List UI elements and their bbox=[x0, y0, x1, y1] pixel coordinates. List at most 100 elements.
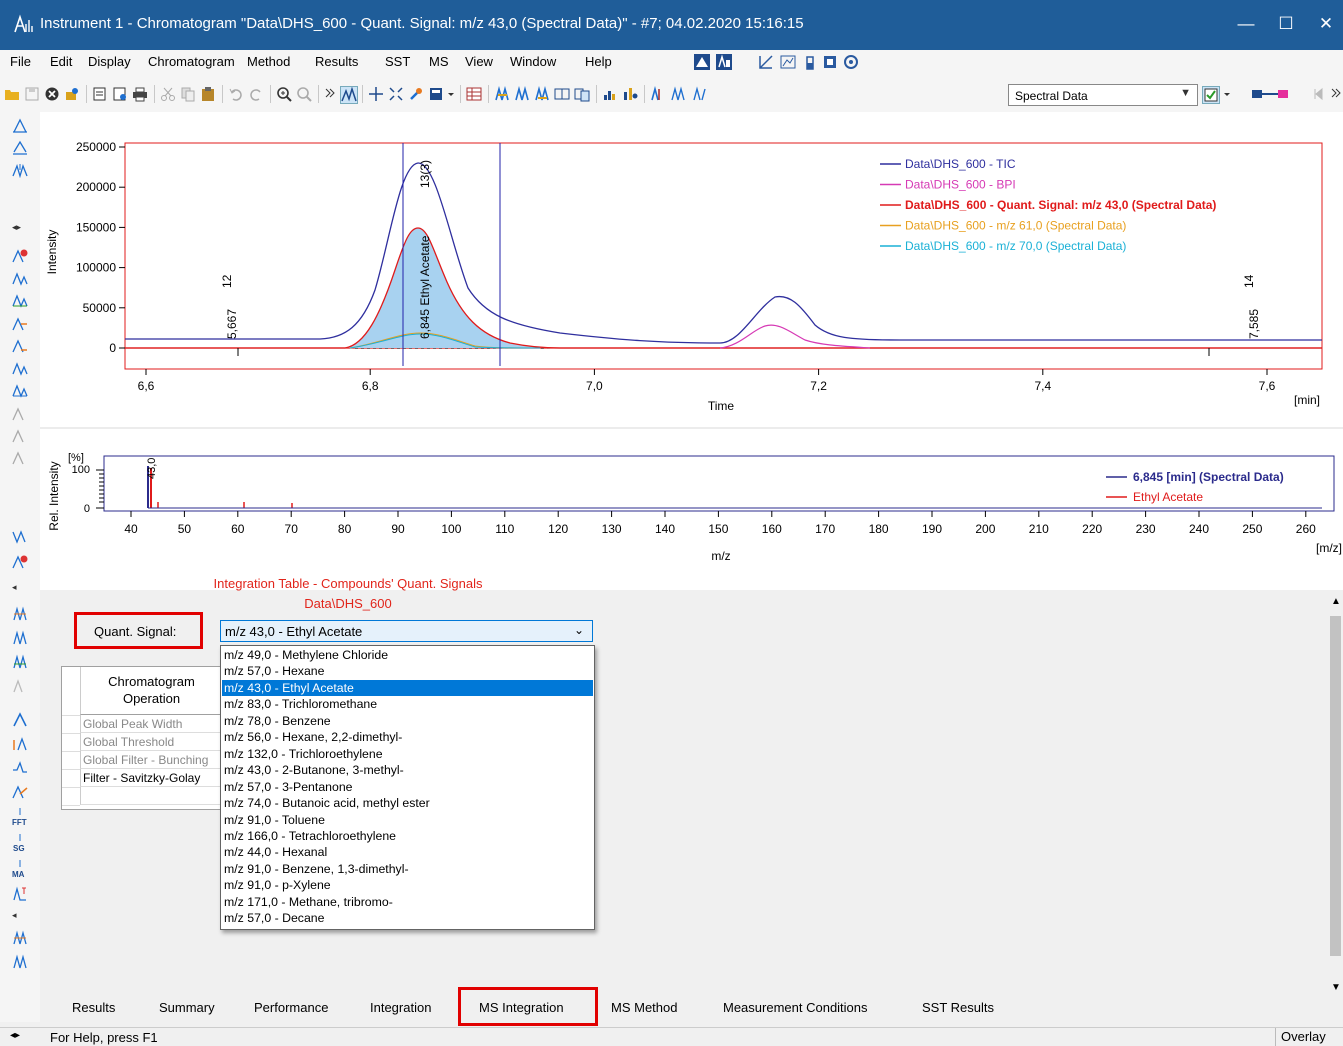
integration-tool-icon-5[interactable] bbox=[12, 712, 28, 728]
save-icon[interactable] bbox=[24, 86, 40, 102]
peak-split-icon[interactable] bbox=[514, 86, 530, 102]
vial-icon[interactable] bbox=[802, 54, 818, 70]
peak-tool-icon-13[interactable] bbox=[12, 528, 28, 544]
table-icon[interactable] bbox=[466, 86, 482, 102]
dropdown-option[interactable]: m/z 43,0 - 2-Butanone, 3-methyl- bbox=[222, 762, 593, 778]
table-row[interactable]: Global Threshold bbox=[80, 733, 222, 751]
vertical-scrollbar[interactable]: ▲ ▼ bbox=[1328, 590, 1343, 995]
mountain-icon[interactable] bbox=[694, 54, 710, 70]
menu-ms[interactable]: MS bbox=[429, 54, 449, 69]
print-preview-icon[interactable] bbox=[92, 86, 108, 102]
collapse-arrows-icon[interactable]: ◂▸ bbox=[12, 222, 21, 233]
scroll-thumb[interactable] bbox=[1330, 616, 1341, 956]
table-check-icon[interactable] bbox=[1202, 86, 1220, 104]
zoom-in-icon[interactable] bbox=[276, 86, 292, 102]
sg-filter-icon[interactable]: SG bbox=[12, 834, 28, 852]
dropdown-option[interactable]: m/z 57,0 - Hexane bbox=[222, 663, 593, 679]
dropdown-arrow-icon-2[interactable] bbox=[1222, 86, 1232, 102]
collapse-arrow-icon-2[interactable]: ◂ bbox=[12, 582, 17, 593]
tools-icon[interactable] bbox=[408, 86, 424, 102]
move-icon[interactable] bbox=[368, 86, 384, 102]
chart-window-icon[interactable] bbox=[780, 54, 796, 70]
dropdown-option[interactable]: m/z 91,0 - Toluene bbox=[222, 812, 593, 828]
dropdown-option[interactable]: m/z 78,0 - Benzene bbox=[222, 713, 593, 729]
redo-icon[interactable] bbox=[248, 86, 264, 102]
row-header[interactable] bbox=[62, 787, 80, 806]
peak-delete-tool-icon[interactable] bbox=[12, 248, 28, 264]
menu-chromatogram[interactable]: Chromatogram bbox=[148, 54, 235, 69]
tab-integration[interactable]: Integration bbox=[370, 1000, 431, 1015]
peak-tool-icon-10[interactable] bbox=[12, 406, 28, 422]
maximize-button[interactable]: ☐ bbox=[1266, 10, 1306, 38]
peak-tool-icon-11[interactable] bbox=[12, 428, 28, 444]
dropdown-option[interactable]: m/z 57,0 - Decane bbox=[222, 910, 593, 926]
peak-tool-icon-7[interactable] bbox=[12, 338, 28, 354]
toolbar-overflow-icon[interactable] bbox=[1330, 86, 1342, 102]
chromatogram-mode-icon[interactable] bbox=[340, 86, 358, 104]
peak-delete-icon[interactable] bbox=[534, 86, 550, 102]
table-row[interactable]: Global Filter - Bunching bbox=[80, 751, 222, 769]
dropdown-option[interactable]: m/z 171,0 - Methane, tribromo- bbox=[222, 894, 593, 910]
paste-icon[interactable] bbox=[200, 86, 216, 102]
menu-sst[interactable]: SST bbox=[385, 54, 410, 69]
tab-measurement-conditions[interactable]: Measurement Conditions bbox=[723, 1000, 868, 1015]
scroll-up-icon[interactable]: ▲ bbox=[1331, 596, 1341, 607]
integration-tool-icon-3[interactable] bbox=[12, 654, 28, 670]
quant-signal-dropdown-list[interactable]: m/z 49,0 - Methylene Chloride m/z 57,0 - … bbox=[220, 645, 595, 930]
collapse-arrow-icon-3[interactable]: ◂ bbox=[12, 910, 17, 921]
menu-method[interactable]: Method bbox=[247, 54, 290, 69]
peak-tool-icon-8[interactable] bbox=[12, 360, 28, 376]
tab-summary[interactable]: Summary bbox=[159, 1000, 215, 1015]
integration-tool-icon-10[interactable] bbox=[12, 930, 28, 946]
book-icon[interactable] bbox=[554, 86, 570, 102]
fft-icon[interactable]: FFT bbox=[12, 808, 28, 826]
overlay-slider-icon[interactable] bbox=[1252, 86, 1300, 102]
menu-edit[interactable]: Edit bbox=[50, 54, 72, 69]
menu-file[interactable]: File bbox=[10, 54, 31, 69]
dropdown-option[interactable]: m/z 91,0 - Benzene, 1,3-dimethyl- bbox=[222, 861, 593, 877]
zoom-out-icon[interactable] bbox=[296, 86, 312, 102]
peak-tool-icon-5[interactable] bbox=[12, 292, 28, 308]
dropdown-option[interactable]: m/z 166,0 - Tetrachloroethylene bbox=[222, 828, 593, 844]
collapse-arrows-icon-status[interactable]: ◂▸ bbox=[10, 1030, 20, 1041]
baseline-icon[interactable] bbox=[692, 86, 708, 102]
expand-toolbar-icon[interactable] bbox=[322, 86, 338, 102]
wizard-icon[interactable] bbox=[64, 86, 80, 102]
peak-insert-icon[interactable] bbox=[494, 86, 510, 102]
menu-view[interactable]: View bbox=[465, 54, 493, 69]
peak-tool-icon-6[interactable] bbox=[12, 316, 28, 332]
row-header[interactable] bbox=[62, 769, 80, 788]
copy-icon[interactable] bbox=[180, 86, 196, 102]
skip-back-icon[interactable] bbox=[1312, 86, 1324, 102]
peak-tool-icon-9[interactable] bbox=[12, 382, 28, 398]
row-header[interactable] bbox=[62, 733, 80, 752]
menu-help[interactable]: Help bbox=[585, 54, 612, 69]
menu-window[interactable]: Window bbox=[510, 54, 556, 69]
tab-sst-results[interactable]: SST Results bbox=[922, 1000, 994, 1015]
peak-tool-icon-1[interactable] bbox=[12, 118, 28, 134]
undo-icon[interactable] bbox=[228, 86, 244, 102]
integration-tool-icon-6[interactable] bbox=[12, 736, 28, 752]
peak-tool-icon-4[interactable] bbox=[12, 270, 28, 286]
menu-results[interactable]: Results bbox=[315, 54, 358, 69]
calibration-icon[interactable] bbox=[758, 54, 774, 70]
ma-filter-icon[interactable]: MA bbox=[12, 860, 28, 878]
close-button[interactable]: ✕ bbox=[1306, 10, 1343, 38]
open-folder-icon[interactable] bbox=[4, 86, 20, 102]
table-row[interactable] bbox=[80, 787, 222, 805]
integration-tool-icon-11[interactable] bbox=[12, 954, 28, 970]
dropdown-option[interactable]: m/z 74,0 - Butanoic acid, methyl ester bbox=[222, 795, 593, 811]
tab-ms-method[interactable]: MS Method bbox=[611, 1000, 677, 1015]
dropdown-option[interactable]: m/z 83,0 - Trichloromethane bbox=[222, 696, 593, 712]
dropdown-option[interactable]: m/z 43,0 - Ethyl Acetate bbox=[222, 679, 593, 696]
cancel-icon[interactable] bbox=[44, 86, 60, 102]
integration-tool-icon-8[interactable] bbox=[12, 784, 28, 800]
dropdown-arrow-icon[interactable] bbox=[446, 86, 456, 102]
dropdown-option[interactable]: m/z 44,0 - Hexanal bbox=[222, 844, 593, 860]
table-row[interactable]: Global Peak Width bbox=[80, 715, 222, 733]
dropdown-option[interactable]: m/z 91,0 - p-Xylene bbox=[222, 877, 593, 893]
spectrum-search-icon[interactable] bbox=[622, 86, 638, 102]
integration-tool-icon-7[interactable] bbox=[12, 760, 28, 776]
dropdown-option[interactable]: m/z 49,0 - Methylene Chloride bbox=[222, 647, 593, 663]
integration-tool-icon-9[interactable] bbox=[12, 886, 28, 902]
